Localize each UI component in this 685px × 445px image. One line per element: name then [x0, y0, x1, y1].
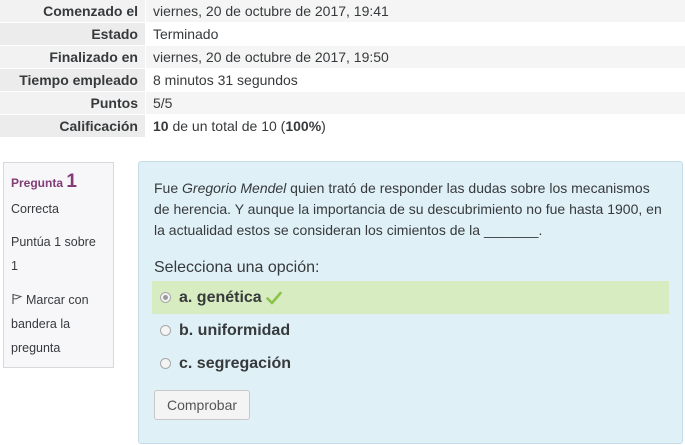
question-label: Pregunta: [11, 176, 64, 190]
radio-button[interactable]: [160, 292, 171, 303]
answer-prompt: Selecciona una opción:: [154, 259, 320, 276]
summary-row-points: Puntos 5/5: [0, 92, 685, 115]
grade-mid: de un total de 10 (: [168, 118, 286, 134]
question-number: Pregunta 1: [11, 171, 106, 193]
summary-label: Tiempo empleado: [0, 69, 146, 91]
flag-question-link[interactable]: Marcar con bandera la pregunta: [11, 288, 106, 360]
grade-end: ): [321, 118, 326, 134]
summary-value: viernes, 20 de octubre de 2017, 19:50: [146, 46, 685, 68]
question-grade: Puntúa 1 sobre 1: [11, 235, 96, 273]
check-icon: [265, 291, 282, 304]
question-text: Fue Gregorio Mendel quien trató de respo…: [154, 178, 667, 241]
check-button[interactable]: Comprobar: [154, 390, 251, 420]
question-state: Correcta: [11, 202, 59, 216]
summary-row-time: Tiempo empleado 8 minutos 31 segundos: [0, 69, 685, 92]
summary-row-grade: Calificación 10 de un total de 10 (100%): [0, 115, 685, 138]
flag-icon: [12, 293, 23, 304]
answer-option-b[interactable]: b. uniformidad: [154, 314, 667, 347]
answer-label: c. segregación: [179, 354, 292, 372]
summary-row-state: Estado Terminado: [0, 23, 685, 46]
radio-button[interactable]: [160, 358, 171, 369]
attempt-summary-table: Comenzado el viernes, 20 de octubre de 2…: [0, 0, 685, 138]
summary-label: Puntos: [0, 92, 146, 114]
answer-option-c[interactable]: c. segregación: [154, 347, 667, 380]
grade-value: 10: [153, 118, 169, 134]
summary-value: viernes, 20 de octubre de 2017, 19:41: [146, 0, 685, 22]
summary-row-started: Comenzado el viernes, 20 de octubre de 2…: [0, 0, 685, 23]
summary-value: 8 minutos 31 segundos: [146, 69, 685, 91]
summary-row-finished: Finalizado en viernes, 20 de octubre de …: [0, 46, 685, 69]
question-content: Fue Gregorio Mendel quien trató de respo…: [138, 161, 683, 444]
question-number-value: 1: [66, 171, 77, 192]
summary-label: Comenzado el: [0, 0, 146, 22]
question-text-name: Gregorio Mendel: [182, 180, 287, 196]
question-info-panel: Pregunta 1 Correcta Puntúa 1 sobre 1 Mar…: [3, 162, 114, 368]
summary-label: Estado: [0, 23, 146, 45]
question-text-pre: Fue: [154, 180, 183, 196]
answer-option-a[interactable]: a. genética: [152, 281, 669, 314]
answer-options: a. genética b. uniformidad c. segregació…: [152, 281, 669, 380]
summary-value: 10 de un total de 10 (100%): [146, 115, 685, 137]
summary-value: Terminado: [146, 23, 685, 45]
summary-label: Finalizado en: [0, 46, 146, 68]
answer-label: b. uniformidad: [179, 321, 291, 339]
answer-label: a. genética: [179, 288, 262, 306]
radio-button[interactable]: [160, 325, 171, 336]
summary-label: Calificación: [0, 115, 146, 137]
grade-percent: 100%: [285, 118, 322, 134]
summary-value: 5/5: [146, 92, 685, 114]
